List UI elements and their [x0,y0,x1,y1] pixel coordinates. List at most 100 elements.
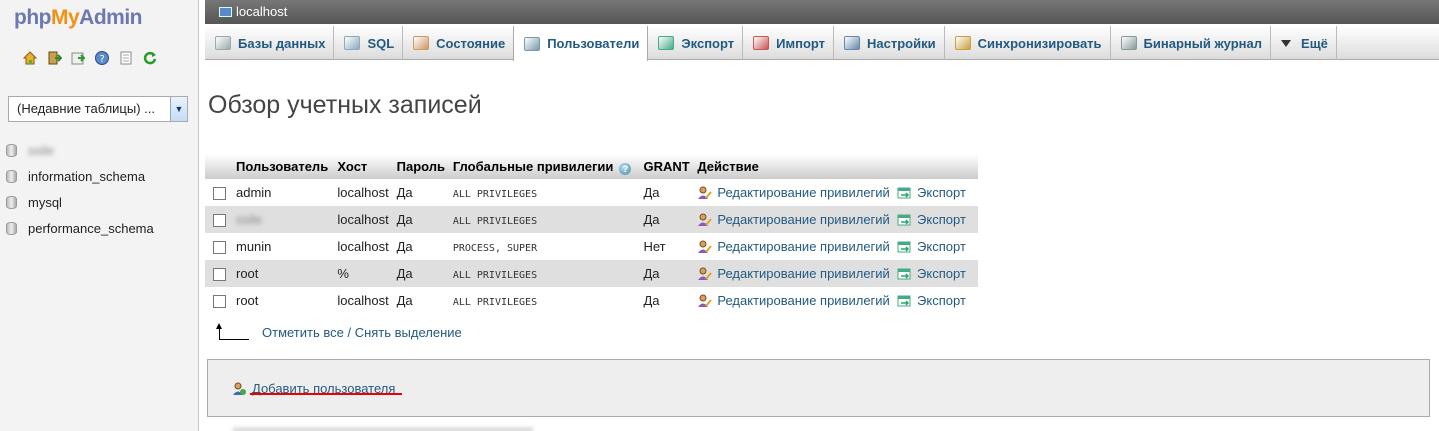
host-cell: % [334,260,394,287]
main-content: Обзор учетных записей Пользователь Хост … [205,60,1439,431]
users-table: Пользователь Хост Пароль Глобальные прив… [205,154,978,314]
chevron-down-icon[interactable]: ▼ [170,97,187,121]
edit-privileges-icon [697,294,713,308]
database-icon [6,143,17,157]
underline-annotation [250,393,402,395]
tab-sync[interactable]: Синхронизировать [945,26,1111,60]
row-checkbox[interactable] [213,214,226,228]
check-all-link[interactable]: Отметить все [262,325,344,340]
sql-icon [344,36,361,50]
user-cell: admin [233,179,335,206]
export-user-link[interactable]: Экспорт [897,266,966,281]
grant-cell: Нет [640,233,695,260]
tab-wrench[interactable]: Настройки [834,26,945,60]
edit-privileges-link[interactable]: Редактирование привилегий [697,293,890,308]
edit-privileges-link[interactable]: Редактирование привилегий [697,212,890,227]
add-user-icon [232,382,246,396]
export-user-link[interactable]: Экспорт [897,293,966,308]
privileges-cell: PROCESS, SUPER [449,233,641,260]
grant-cell: Да [640,260,695,287]
svg-text:?: ? [100,54,105,65]
reload-icon[interactable] [142,50,158,66]
tab-binlog[interactable]: Бинарный журнал [1111,26,1272,60]
edit-privileges-icon [697,213,713,227]
header-privileges: Глобальные привилегии? [449,154,641,179]
user-name: admin [236,185,272,200]
export-user-link[interactable]: Экспорт [897,185,966,200]
documentation-icon[interactable] [118,50,134,66]
password-cell: Да [393,287,450,314]
database-item[interactable]: ssile [6,137,154,163]
tab-more[interactable]: Ещё [1271,26,1337,60]
add-user-fieldset: Добавить пользователя [207,359,1430,417]
user-cell: root [233,287,335,314]
tab-export[interactable]: Экспорт [648,26,744,60]
user-name: root [236,293,259,308]
privileges-cell: ALL PRIVILEGES [449,287,641,314]
tab-import[interactable]: Импорт [743,26,835,60]
action-cell: Редактирование привилегий Экспорт [694,206,978,233]
action-cell: Редактирование привилегий Экспорт [694,287,978,314]
tab-status[interactable]: Состояние [403,26,515,60]
server-breadcrumb: localhost [205,0,1439,24]
edit-privileges-link[interactable]: Редактирование привилегий [697,266,890,281]
export-icon [897,186,912,200]
user-name: ssile [236,212,263,227]
row-checkbox-cell [205,179,233,206]
action-cell: Редактирование привилегий Экспорт [694,179,978,206]
check-all-separator: / [343,325,355,340]
database-item[interactable]: mysql [6,189,154,215]
database-list: ssile information_schema mysql performan… [6,137,154,241]
export-user-link[interactable]: Экспорт [897,212,966,227]
database-item[interactable]: information_schema [6,163,154,189]
row-checkbox[interactable] [213,268,226,282]
database-icon [215,36,231,50]
privileges-cell: ALL PRIVILEGES [449,206,641,233]
arrow-up-icon [216,322,249,340]
home-icon[interactable] [22,50,38,66]
export-icon [658,36,675,50]
edit-privileges-link[interactable]: Редактирование привилегий [697,239,890,254]
help-icon[interactable]: ? [619,162,632,175]
recent-tables-select[interactable]: (Недавние таблицы) ... ▼ [8,96,188,122]
table-row: root localhost Да ALL PRIVILEGES Да Редактиро… [205,287,978,314]
sync-icon [954,36,971,50]
row-checkbox[interactable] [213,241,226,255]
table-row: ssile localhost Да ALL PRIVILEGES Да Редактир… [205,206,978,233]
header-host: Хост [334,154,394,179]
tab-sql[interactable]: SQL [334,26,404,60]
tab-database[interactable]: Базы данных [205,26,335,60]
row-checkbox-cell [205,287,233,314]
query-window-icon[interactable] [70,50,86,66]
header-action: Действие [694,154,978,179]
row-checkbox-cell [205,206,233,233]
grant-cell: Да [640,287,695,314]
more-icon [1281,39,1292,47]
edit-privileges-icon [697,240,713,254]
table-header-row: Пользователь Хост Пароль Глобальные прив… [205,154,978,179]
navigation-panel: phpMyAdmin ? (Недавние таблицы) ... ▼ ssi… [0,0,199,431]
phpmyadmin-logo[interactable]: phpMyAdmin [14,6,142,30]
privileges-value: ALL PRIVILEGES [452,297,538,308]
uncheck-all-link[interactable]: Снять выделение [355,325,462,340]
host-cell: localhost [334,233,394,260]
main-tabs: Базы данных SQL Состояние Пользователи Экспо… [205,26,1439,61]
privileges-cell: ALL PRIVILEGES [449,260,641,287]
row-checkbox[interactable] [213,187,226,201]
privileges-value: ALL PRIVILEGES [452,216,538,227]
database-item[interactable]: performance_schema [6,215,154,241]
grant-cell: Да [640,206,695,233]
header-user: Пользователь [233,154,335,179]
edit-privileges-link[interactable]: Редактирование привилегий [697,185,890,200]
header-checkbox-col [205,154,233,179]
help-icon[interactable]: ? [94,50,110,66]
export-user-link[interactable]: Экспорт [897,239,966,254]
tab-users[interactable]: Пользователи [513,26,649,61]
user-cell: ssile [233,206,335,233]
import-icon [753,36,770,50]
server-link[interactable]: localhost [236,4,287,19]
logout-icon[interactable] [46,50,62,66]
row-checkbox[interactable] [213,295,226,309]
host-cell: localhost [334,287,394,314]
row-checkbox-cell [205,260,233,287]
